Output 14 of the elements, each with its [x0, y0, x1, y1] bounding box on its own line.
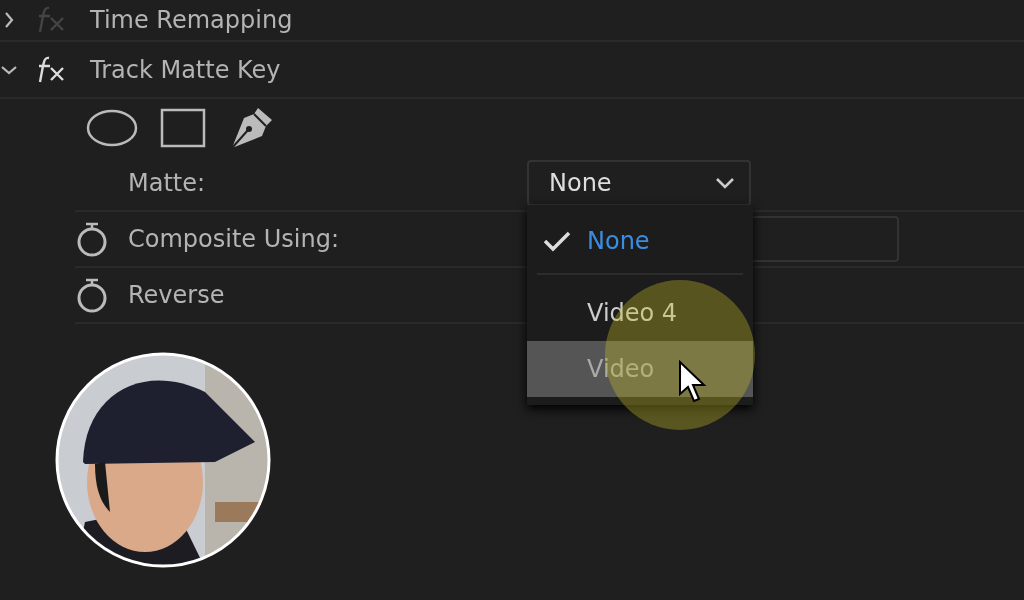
menu-item[interactable]: None: [527, 213, 753, 269]
ellipse-mask-icon[interactable]: [86, 107, 138, 148]
effect-name: Time Remapping: [90, 6, 293, 34]
chevron-down-icon: [715, 177, 735, 189]
menu-item[interactable]: Video 4: [527, 285, 753, 341]
stopwatch-icon[interactable]: [75, 221, 109, 257]
property-label: Reverse: [128, 281, 226, 309]
checkmark-icon: [543, 230, 571, 252]
effect-name: Track Matte Key: [90, 55, 281, 84]
stopwatch-icon[interactable]: [75, 277, 109, 313]
property-label: Composite Using:: [128, 225, 340, 253]
rectangle-mask-icon[interactable]: [160, 107, 206, 148]
property-label: Matte:: [128, 169, 207, 197]
cursor-icon: [678, 360, 708, 404]
